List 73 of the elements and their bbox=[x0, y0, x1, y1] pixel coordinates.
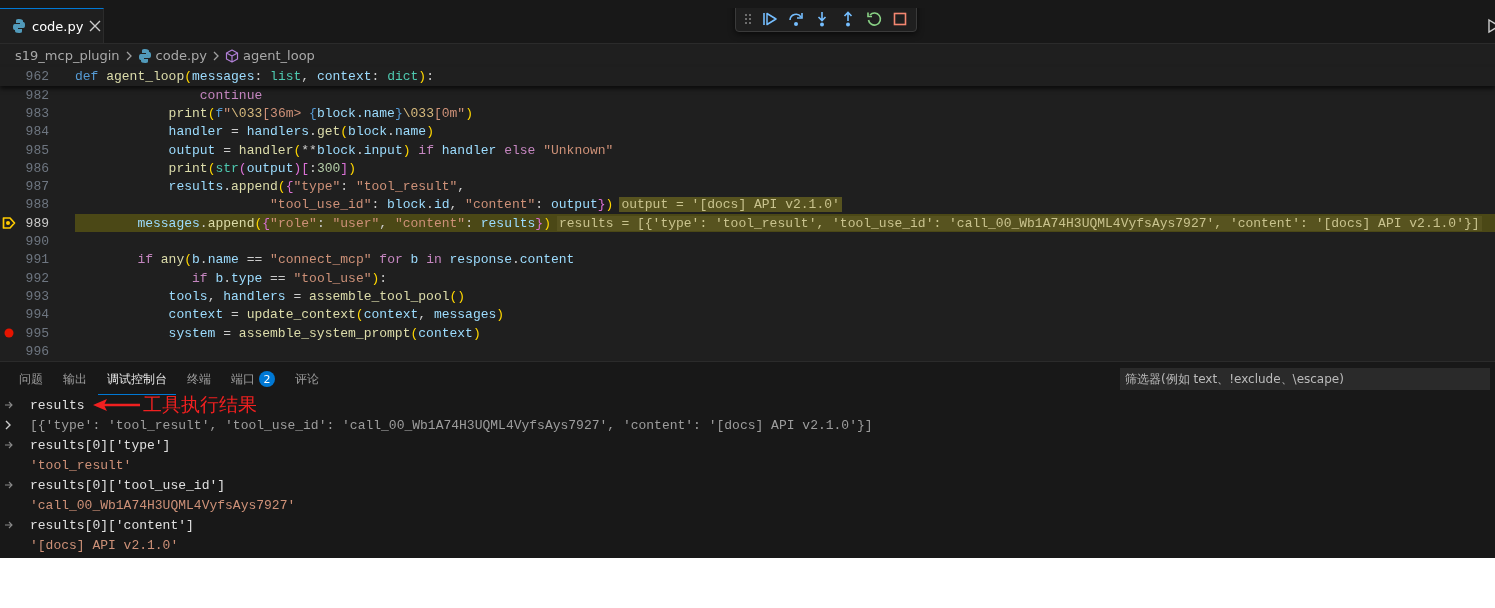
arrow-icon bbox=[4, 441, 13, 449]
breadcrumb-item[interactable]: agent_loop bbox=[243, 48, 315, 63]
breadcrumb-item[interactable]: s19_mcp_plugin bbox=[15, 48, 120, 63]
code-line: context = update_context(context, messages) bbox=[167, 307, 505, 323]
line-number: 994 bbox=[24, 307, 49, 323]
stop-icon[interactable] bbox=[892, 11, 908, 27]
panel-tab[interactable]: 终端 bbox=[178, 364, 220, 395]
restart-icon[interactable] bbox=[866, 11, 882, 27]
console-result-text: 'tool_result' bbox=[30, 457, 132, 473]
line-number: 988 bbox=[24, 197, 49, 213]
line-number: 995 bbox=[24, 325, 49, 341]
arrow-icon bbox=[4, 521, 13, 529]
code-line: if any(b.name == "connect_mcp" for b in response.content bbox=[136, 252, 575, 268]
line-number: 990 bbox=[24, 234, 49, 249]
console-result-text: [{'type': 'tool_result', 'tool_use_id': 'call_00_Wb1A74H3UQML4VyfsAys7927', 'content': '[docs] API v2.1.0'}] bbox=[30, 417, 873, 433]
console-result-text: '[docs] API v2.1.0' bbox=[30, 537, 179, 553]
panel-tab[interactable]: 问题 bbox=[10, 364, 52, 395]
line-number: 985 bbox=[24, 142, 49, 158]
cube-icon bbox=[225, 48, 240, 63]
panel-tab[interactable]: 调试控制台 bbox=[98, 364, 176, 395]
line-number: 984 bbox=[24, 124, 49, 140]
inline-value: results = [{'type': 'tool_result', 'tool_use_id': 'call_00_Wb1A74H3UQML4VyfsAys7927', 'content': '[docs] API v2.1.0'}] bbox=[557, 215, 1482, 231]
arrow-icon bbox=[92, 398, 142, 412]
play-icon[interactable] bbox=[1488, 18, 1495, 34]
code-line: output = handler(**block.input) if handler else "Unknown" bbox=[167, 142, 614, 158]
panel-tab[interactable]: 评论 bbox=[286, 364, 328, 395]
chevron-icon bbox=[124, 49, 133, 62]
chevron-icon[interactable] bbox=[4, 419, 12, 431]
line-number: 991 bbox=[24, 252, 49, 268]
code-line: tools, handlers = assemble_tool_pool() bbox=[167, 288, 466, 304]
line-number: 987 bbox=[24, 179, 49, 195]
console-command-text: results[0]['tool_use_id'] bbox=[30, 477, 226, 493]
line-number: 986 bbox=[24, 160, 49, 176]
arrow-icon bbox=[4, 401, 13, 409]
panel-tab[interactable]: 输出 bbox=[54, 364, 96, 395]
breadcrumb-item[interactable]: code.py bbox=[155, 48, 208, 63]
breakpoint-icon[interactable] bbox=[4, 328, 14, 338]
code-line: "tool_use_id": block.id, "content": output}) bbox=[269, 197, 614, 213]
console-result-text: 'call_00_Wb1A74H3UQML4VyfsAys7927' bbox=[30, 497, 296, 513]
continue-icon[interactable] bbox=[762, 11, 778, 27]
console-command-text: results[0]['type'] bbox=[30, 437, 171, 453]
console-command-text: results bbox=[30, 397, 85, 413]
step-over-icon[interactable] bbox=[788, 11, 804, 27]
code-line: system = assemble_system_prompt(context) bbox=[167, 325, 481, 341]
line-number: 962 bbox=[24, 69, 49, 84]
code-line: continue bbox=[198, 87, 263, 103]
line-number: 989 bbox=[24, 215, 49, 231]
chevron-icon bbox=[212, 49, 221, 62]
line-number: 993 bbox=[24, 288, 49, 304]
code-line: messages.append({"role": "user", "content": results}) bbox=[136, 215, 551, 231]
python-file-icon bbox=[137, 47, 152, 64]
line-number: 992 bbox=[24, 270, 49, 286]
code-line: def agent_loop(messages: list, context: dict): bbox=[75, 69, 434, 84]
count-badge: 2 bbox=[259, 371, 275, 387]
gripper-icon[interactable] bbox=[744, 13, 752, 25]
line-number: 996 bbox=[24, 343, 49, 359]
code-line: print(f"\033[36m> {block.name}\033[0m") bbox=[167, 105, 473, 121]
panel-tab[interactable]: 端口 2 bbox=[222, 364, 284, 395]
close-icon[interactable] bbox=[89, 20, 102, 32]
console-command-text: results[0]['content'] bbox=[30, 517, 194, 533]
code-line: print(str(output)[:300]) bbox=[167, 160, 356, 176]
python-file-icon bbox=[12, 18, 26, 34]
paused-breakpoint-icon[interactable] bbox=[2, 216, 16, 231]
line-number: 983 bbox=[24, 105, 49, 121]
code-line: if b.type == "tool_use"): bbox=[191, 270, 388, 286]
filter-field[interactable]: 筛选器(例如 text、!exclude、\escape) bbox=[1120, 367, 1490, 390]
code-line: handler = handlers.get(block.name) bbox=[167, 124, 434, 140]
arrow-icon bbox=[4, 481, 13, 489]
inline-value: output = '[docs] API v2.1.0' bbox=[619, 197, 842, 213]
code-line: results.append({"type": "tool_result", bbox=[167, 179, 466, 195]
annotation-text: 工具执行结果 bbox=[143, 392, 257, 417]
line-number: 982 bbox=[24, 87, 49, 103]
editor-tab[interactable]: code.py bbox=[0, 8, 104, 43]
